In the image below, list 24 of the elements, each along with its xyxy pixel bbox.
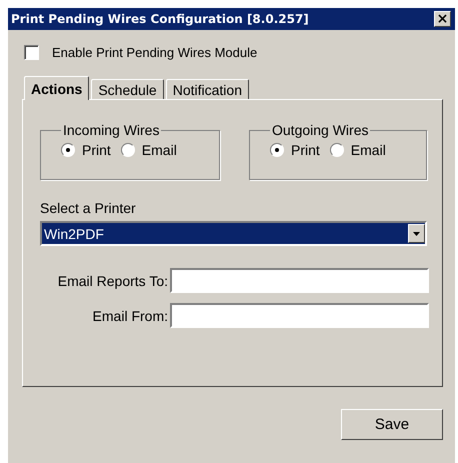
radio-button[interactable] bbox=[120, 143, 135, 157]
input-field[interactable] bbox=[170, 268, 429, 293]
group-title: Outgoing Wires bbox=[271, 122, 370, 138]
printer-dropdown[interactable]: Win2PDF bbox=[40, 221, 427, 246]
radio-label: Email bbox=[350, 142, 386, 158]
radio-button[interactable] bbox=[330, 143, 344, 157]
checkbox-label: Enable Print Pending Wires Module bbox=[52, 45, 258, 60]
printer-label: Select a Printer bbox=[40, 200, 137, 216]
checkbox[interactable] bbox=[24, 45, 39, 60]
window-title: Print Pending Wires Configuration [8.0.257] bbox=[11, 12, 309, 26]
tab[interactable]: Actions bbox=[24, 76, 90, 100]
tab[interactable]: Schedule bbox=[91, 79, 164, 99]
close-button[interactable]: × bbox=[434, 11, 451, 27]
save-button[interactable]: Save bbox=[341, 409, 443, 440]
tab[interactable]: Notification bbox=[166, 79, 249, 99]
group-title: Incoming Wires bbox=[62, 122, 160, 138]
field-label: Email Reports To: bbox=[56, 272, 168, 288]
radio-label: Email bbox=[142, 142, 177, 158]
input-field[interactable] bbox=[170, 303, 429, 328]
radio-label: Print bbox=[82, 142, 111, 158]
radio-button[interactable] bbox=[270, 143, 284, 157]
radio-button[interactable] bbox=[61, 143, 75, 157]
field-label: Email From: bbox=[92, 308, 168, 324]
radio-label: Print bbox=[291, 142, 320, 158]
